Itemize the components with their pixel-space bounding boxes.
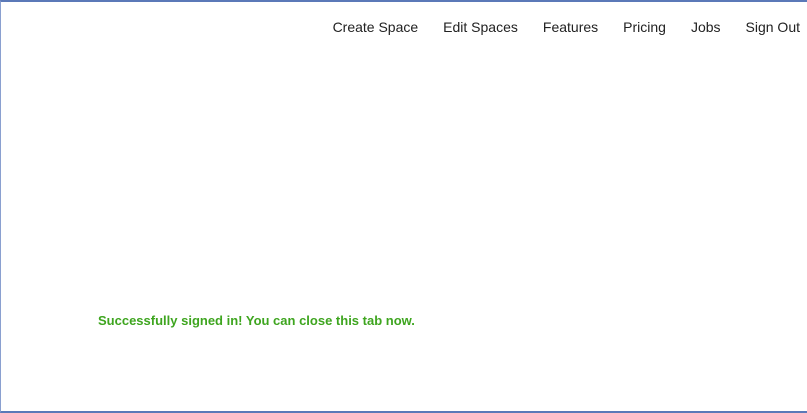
nav-edit-spaces-link[interactable]: Edit Spaces bbox=[443, 19, 518, 35]
nav-features-link[interactable]: Features bbox=[543, 19, 598, 35]
page-frame: Create Space Edit Spaces Features Pricin… bbox=[0, 0, 807, 413]
nav-pricing-link[interactable]: Pricing bbox=[623, 19, 666, 35]
nav-sign-out-link[interactable]: Sign Out bbox=[746, 19, 800, 35]
top-navigation: Create Space Edit Spaces Features Pricin… bbox=[333, 19, 800, 35]
sign-in-success-message: Successfully signed in! You can close th… bbox=[98, 313, 415, 328]
nav-jobs-link[interactable]: Jobs bbox=[691, 19, 721, 35]
nav-create-space-link[interactable]: Create Space bbox=[333, 19, 419, 35]
